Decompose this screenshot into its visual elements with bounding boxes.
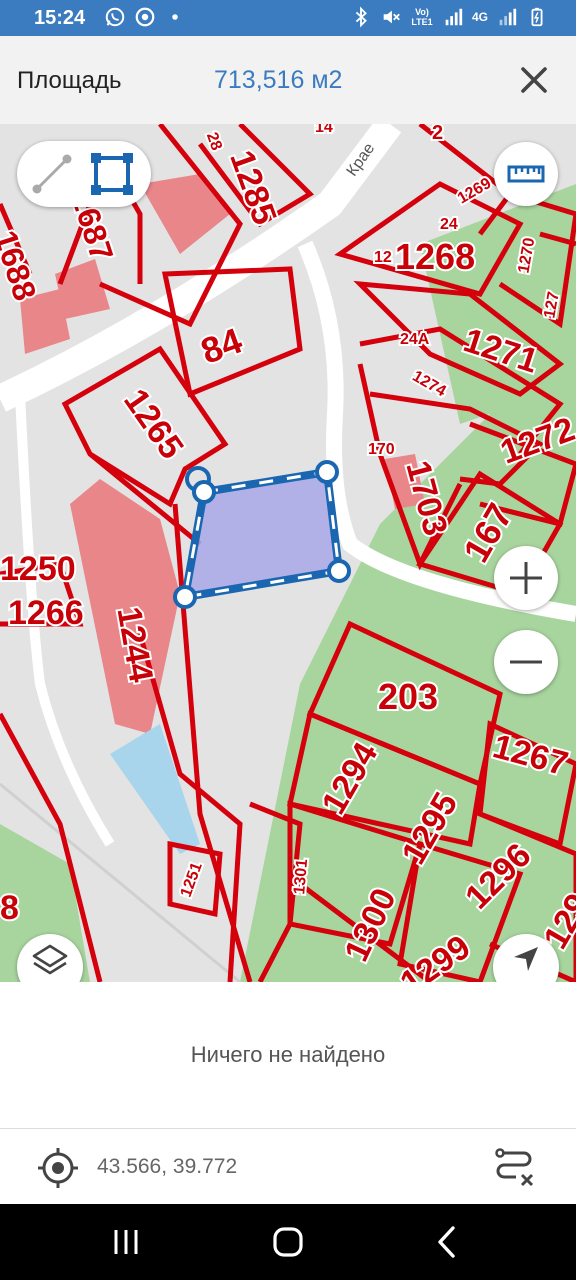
parcel-label: 24А (400, 331, 430, 348)
parcel-label: 2 (432, 124, 443, 144)
no-results-message: Ничего не найдено (190, 1042, 386, 1067)
measure-polygon (173, 460, 351, 609)
parcel-label: 1251 (178, 860, 206, 899)
parcel-label: 1268 (395, 236, 475, 277)
battery-icon (531, 7, 543, 27)
status-time: 15:24 (34, 7, 86, 29)
plus-icon (510, 562, 542, 594)
close-icon[interactable] (516, 62, 552, 98)
route-clear-icon[interactable] (492, 1145, 536, 1189)
recents-icon[interactable] (106, 1222, 146, 1262)
parcel-label: 1688 (0, 226, 43, 305)
polygon-measure-icon[interactable] (89, 151, 135, 197)
signal-icon (499, 8, 517, 26)
parcel-label: 1250 (0, 550, 76, 588)
measure-mode-toggle (17, 141, 151, 207)
dot-icon (172, 14, 178, 20)
parcel-label: 12 (374, 249, 392, 266)
signal-icon (445, 8, 463, 26)
ruler-icon (507, 165, 545, 183)
area-value: 713,516 м2 (214, 66, 343, 94)
back-icon[interactable] (428, 1222, 468, 1262)
map-view[interactable]: 1285 1687 1688 1268 1270 127 1269 24 24А… (0, 124, 576, 982)
parcel-label: 1265 (116, 382, 191, 466)
mute-icon (383, 10, 400, 24)
parcel-label: 24 (440, 216, 458, 233)
volte-label: Vo) LTE1 (411, 7, 433, 27)
search-results-panel: Ничего не найдено (0, 982, 576, 1128)
home-icon[interactable] (268, 1222, 308, 1262)
layers-icon (32, 944, 68, 975)
zoom-in-button[interactable] (494, 546, 558, 610)
area-label: Площадь (17, 67, 122, 94)
parcel-label: 1274 (409, 368, 448, 401)
cadastral-map: 1285 1687 1688 1268 1270 127 1269 24 24А… (0, 124, 576, 982)
parcel-label: 8 (0, 889, 19, 927)
ruler-button[interactable] (494, 142, 558, 206)
parcel-label: 1301 (291, 858, 311, 895)
measure-header: Площадь 713,516 м2 (0, 36, 576, 124)
network-label: 4G (471, 10, 488, 24)
pool (110, 724, 200, 854)
building (55, 259, 110, 319)
parcel-label: 203 (378, 676, 438, 717)
bluetooth-icon (355, 6, 367, 28)
parcel-label: 170 (368, 441, 395, 458)
line-measure-icon[interactable] (29, 151, 75, 197)
minus-icon (510, 660, 542, 664)
navigation-arrow-icon (514, 947, 538, 971)
parcel-label: 1266 (8, 594, 84, 632)
parcel-label: 84 (196, 320, 248, 372)
building (140, 174, 230, 254)
coordinates-value[interactable]: 43.566, 39.772 (97, 1155, 237, 1179)
whatsapp-icon (105, 7, 125, 27)
crosshair-icon[interactable] (36, 1146, 80, 1190)
system-nav-bar (0, 1204, 576, 1280)
zoom-out-button[interactable] (494, 630, 558, 694)
status-bar: 15:24 Vo) LTE1 4G (0, 0, 576, 36)
coordinates-bar: 43.566, 39.772 (0, 1128, 576, 1204)
parcel-label: 14 (315, 124, 333, 136)
chrome-icon (135, 7, 155, 27)
